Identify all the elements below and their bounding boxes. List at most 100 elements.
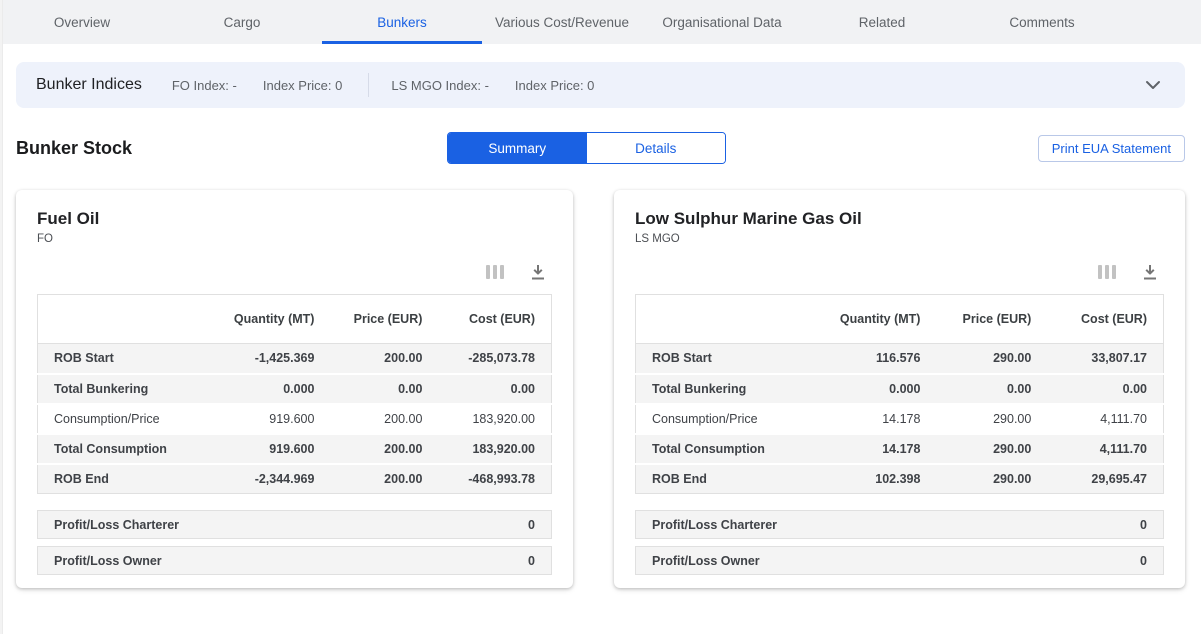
row-value: 4,111.70 <box>1047 434 1163 464</box>
tab-summary[interactable]: Summary <box>448 133 587 163</box>
column-header <box>636 295 816 344</box>
table-row: Consumption/Price919.600200.00183,920.00 <box>38 404 552 434</box>
cards-container: Fuel Oil FO Quantity (MT)Price (EUR)Cost… <box>16 190 1185 588</box>
page-left-edge <box>0 0 3 634</box>
row-value: 183,920.00 <box>438 404 551 434</box>
page-title: Bunker Stock <box>16 138 132 159</box>
columns-icon[interactable] <box>486 265 505 279</box>
row-value: 290.00 <box>936 464 1047 494</box>
column-header: Price (EUR) <box>936 295 1047 344</box>
card-toolbar <box>37 263 552 281</box>
profit-loss-value: 0 <box>528 518 535 532</box>
row-value: 0.00 <box>438 374 551 404</box>
row-label: Total Bunkering <box>38 374 213 404</box>
row-value: 290.00 <box>936 404 1047 434</box>
profit-loss-label: Profit/Loss Owner <box>652 554 760 568</box>
column-header <box>38 295 213 344</box>
indices-divider <box>368 73 369 97</box>
print-eua-statement-button[interactable]: Print EUA Statement <box>1038 135 1185 162</box>
profit-loss-label: Profit/Loss Charterer <box>652 518 777 532</box>
row-value: -285,073.78 <box>438 344 551 374</box>
table-row: Total Consumption919.600200.00183,920.00 <box>38 434 552 464</box>
tab-bar: OverviewCargoBunkersVarious Cost/Revenue… <box>0 0 1201 44</box>
card-toolbar <box>635 263 1164 281</box>
row-value: 0.000 <box>212 374 330 404</box>
table-row: ROB End-2,344.969200.00-468,993.78 <box>38 464 552 494</box>
row-label: Total Consumption <box>38 434 213 464</box>
card-title: Low Sulphur Marine Gas Oil <box>635 207 1164 230</box>
fo-index-price-label: Index Price: 0 <box>263 78 343 93</box>
row-value: 183,920.00 <box>438 434 551 464</box>
row-value: 200.00 <box>330 344 438 374</box>
profit-loss-row: Profit/Loss Owner0 <box>37 546 552 575</box>
table-row: ROB Start116.576290.0033,807.17 <box>636 344 1164 374</box>
tab-various-cost-revenue[interactable]: Various Cost/Revenue <box>482 0 642 44</box>
row-value: 290.00 <box>936 344 1047 374</box>
table-header-row: Quantity (MT)Price (EUR)Cost (EUR) <box>38 295 552 344</box>
bunker-card: Low Sulphur Marine Gas Oil LS MGO Quanti… <box>614 190 1185 588</box>
row-value: 14.178 <box>815 404 936 434</box>
columns-icon[interactable] <box>1098 265 1117 279</box>
bunker-card: Fuel Oil FO Quantity (MT)Price (EUR)Cost… <box>16 190 573 588</box>
table-row: ROB Start-1,425.369200.00-285,073.78 <box>38 344 552 374</box>
row-value: 14.178 <box>815 434 936 464</box>
profit-loss-value: 0 <box>1140 518 1147 532</box>
row-value: 4,111.70 <box>1047 404 1163 434</box>
chevron-down-icon[interactable] <box>1141 76 1165 94</box>
table-row: Total Bunkering0.0000.000.00 <box>636 374 1164 404</box>
table-header-row: Quantity (MT)Price (EUR)Cost (EUR) <box>636 295 1164 344</box>
row-value: 0.00 <box>1047 374 1163 404</box>
lsmgo-index-label: LS MGO Index: - <box>391 78 489 93</box>
column-header: Quantity (MT) <box>815 295 936 344</box>
card-subtitle: FO <box>37 232 552 247</box>
tab-related[interactable]: Related <box>802 0 962 44</box>
bunker-stock-header: Bunker Stock Summary Details Print EUA S… <box>16 130 1185 166</box>
profit-loss-section: Profit/Loss Charterer 0 Profit/Loss Owner 0 <box>635 510 1164 575</box>
row-value: 919.600 <box>212 434 330 464</box>
row-label: ROB End <box>636 464 816 494</box>
row-value: -2,344.969 <box>212 464 330 494</box>
profit-loss-row: Profit/Loss Charterer 0 <box>635 510 1164 539</box>
row-label: Total Consumption <box>636 434 816 464</box>
column-header: Cost (EUR) <box>438 295 551 344</box>
row-value: 29,695.47 <box>1047 464 1163 494</box>
download-icon[interactable] <box>530 264 546 281</box>
tab-organisational-data[interactable]: Organisational Data <box>642 0 802 44</box>
fo-index-label: FO Index: - <box>172 78 237 93</box>
card-title: Fuel Oil <box>37 207 552 230</box>
row-value: 0.00 <box>936 374 1047 404</box>
download-icon[interactable] <box>1142 264 1158 281</box>
tab-cargo[interactable]: Cargo <box>162 0 322 44</box>
profit-loss-label: Profit/Loss Charterer <box>54 518 179 532</box>
row-value: 200.00 <box>330 404 438 434</box>
tab-bunkers[interactable]: Bunkers <box>322 0 482 44</box>
tab-overview[interactable]: Overview <box>2 0 162 44</box>
row-value: 0.000 <box>815 374 936 404</box>
bunker-indices-bar[interactable]: Bunker Indices FO Index: - Index Price: … <box>16 62 1185 108</box>
profit-loss-section: Profit/Loss Charterer0Profit/Loss Owner0 <box>37 510 552 575</box>
row-value: 919.600 <box>212 404 330 434</box>
row-label: Consumption/Price <box>38 404 213 434</box>
lsmgo-index-price-label: Index Price: 0 <box>515 78 595 93</box>
table-row: Consumption/Price14.178290.004,111.70 <box>636 404 1164 434</box>
profit-loss-row: Profit/Loss Charterer 0 <box>37 510 552 539</box>
row-value: 102.398 <box>815 464 936 494</box>
row-label: Total Bunkering <box>636 374 816 404</box>
table-row: Total Consumption14.178290.004,111.70 <box>636 434 1164 464</box>
tab-details[interactable]: Details <box>587 133 726 163</box>
row-value: -468,993.78 <box>438 464 551 494</box>
row-value: 200.00 <box>330 434 438 464</box>
column-header: Price (EUR) <box>330 295 438 344</box>
bunker-stock-table: Quantity (MT)Price (EUR)Cost (EUR) ROB S… <box>635 294 1164 494</box>
row-value: 33,807.17 <box>1047 344 1163 374</box>
row-value: 290.00 <box>936 434 1047 464</box>
bunker-indices-title: Bunker Indices <box>36 76 142 94</box>
card-subtitle: LS MGO <box>635 232 1164 247</box>
row-label: ROB End <box>38 464 213 494</box>
profit-loss-value: 0 <box>1140 554 1147 568</box>
row-value: 116.576 <box>815 344 936 374</box>
tab-comments[interactable]: Comments <box>962 0 1122 44</box>
table-row: Total Bunkering0.0000.000.00 <box>38 374 552 404</box>
profit-loss-value: 0 <box>528 554 535 568</box>
profit-loss-row: Profit/Loss Owner 0 <box>635 546 1164 575</box>
